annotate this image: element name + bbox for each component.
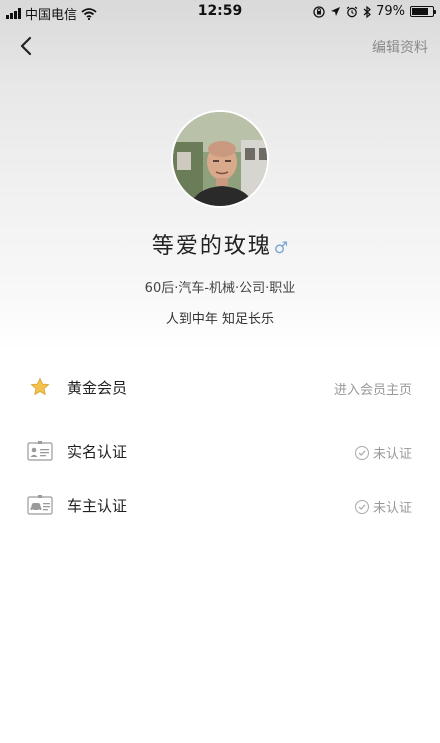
profile-name-row: 等爱的玫瑰 ♂ (0, 228, 440, 260)
chevron-left-icon (20, 36, 32, 56)
gold-star-icon (26, 374, 54, 400)
list-item-status-label: 未认证 (372, 501, 412, 516)
list-item-label: 实名认证 (67, 443, 128, 461)
profile-bio: 人到中年 知足长乐 (165, 312, 275, 327)
profile-tags: 60后·汽车-机械·公司·职业 (144, 281, 296, 296)
list-item-status: 未认证 (354, 497, 412, 516)
list-item-status-label: 未认证 (372, 447, 412, 462)
car-card-icon (26, 492, 54, 518)
avatar-photo (173, 112, 267, 206)
list-item-gold-member[interactable]: 黄金会员 进入会员主页 (0, 360, 440, 414)
list-item-label: 黄金会员 (67, 379, 128, 397)
list-item-realname[interactable]: 实名认证 未认证 (0, 424, 440, 478)
list-item-action-label: 进入会员主页 (333, 383, 412, 398)
back-button[interactable] (12, 32, 40, 60)
orientation-lock-icon (313, 5, 325, 18)
list-item-action[interactable]: 进入会员主页 (334, 379, 412, 398)
check-circle-icon (354, 499, 369, 514)
battery-percent: 79% (376, 4, 405, 19)
list-item-label: 车主认证 (67, 497, 128, 515)
status-bar: 中国电信 12:59 79% (0, 0, 440, 24)
gender-male-icon: ♂ (273, 238, 289, 257)
alarm-icon (346, 6, 358, 17)
profile-name: 等爱的玫瑰 (151, 234, 272, 259)
check-circle-icon (354, 445, 369, 460)
location-icon (331, 7, 341, 16)
list-item-status: 未认证 (354, 443, 412, 462)
avatar[interactable] (171, 110, 269, 208)
profile-info-list: 黄金会员 进入会员主页 实名认证 未认证 车主认证 未认证 (0, 360, 440, 532)
battery-icon (410, 6, 436, 17)
id-card-icon (26, 438, 54, 464)
bluetooth-icon (363, 5, 372, 18)
edit-profile-button[interactable]: 编辑资料 (372, 37, 428, 57)
list-item-car-owner[interactable]: 车主认证 未认证 (0, 478, 440, 532)
status-right: 79% (313, 4, 436, 19)
